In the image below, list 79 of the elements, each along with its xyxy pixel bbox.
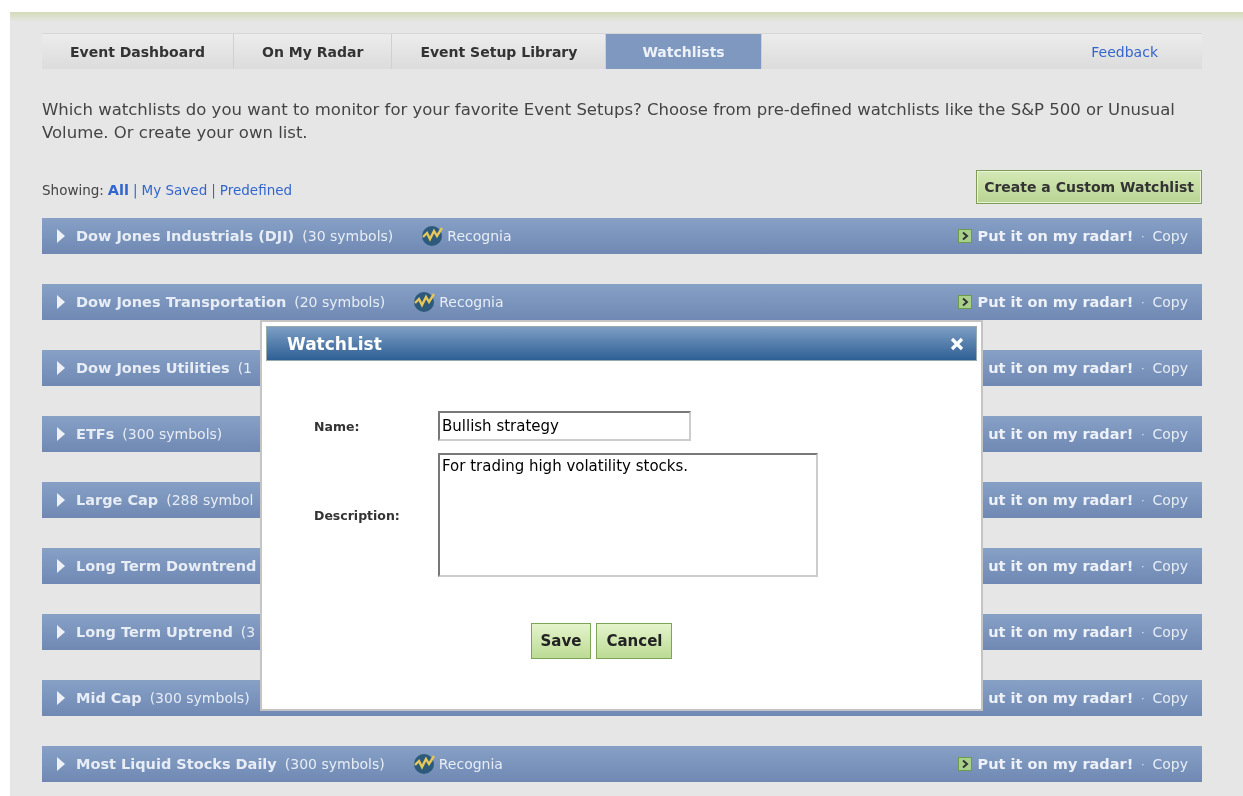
watchlist-row[interactable]: Dow Jones Transportation (20 symbols) Recognia Put it on my radar! · Copy (42, 284, 1202, 320)
watchlist-row[interactable]: Most Liquid Stocks Daily (300 symbols) Recognia Put it on my radar! · Copy (42, 746, 1202, 782)
watchlist-name: Dow Jones Utilities (76, 360, 230, 376)
dialog-title: WatchList (287, 333, 382, 354)
symbol-count: (288 symbol (166, 492, 254, 508)
expand-triangle-icon[interactable] (56, 756, 66, 772)
feedback-link[interactable]: Feedback (1091, 43, 1158, 60)
symbol-count: (30 symbols) (302, 228, 394, 244)
expand-triangle-icon[interactable] (56, 228, 66, 244)
nav-tab[interactable]: Event Dashboard (42, 34, 235, 69)
watchlist-name: ETFs (76, 426, 115, 442)
copy-link[interactable]: Copy (1152, 624, 1188, 640)
source-label: Recognia (439, 294, 504, 310)
expand-triangle-icon[interactable] (56, 690, 66, 706)
copy-link[interactable]: Copy (1152, 492, 1188, 508)
separator-dot: · (1141, 362, 1145, 374)
watchlist-row[interactable]: Dow Jones Industrials (DJI) (30 symbols) Recognia Put it on my radar! · Copy (42, 218, 1202, 254)
separator: | (211, 182, 216, 198)
filter-link[interactable]: All (107, 182, 130, 198)
radar-link[interactable]: ut it on my radar! (988, 426, 1134, 442)
intro-text: Which watchlists do you want to monitor for your favorite Event Setups? Choose from pre-defined watchlists like the S&P 500 or Unusual Volume. Or create your own list. (42, 99, 1176, 144)
copy-link[interactable]: Copy (1152, 690, 1188, 706)
copy-link[interactable]: Copy (1152, 360, 1188, 376)
radar-link[interactable]: ut it on my radar! (988, 558, 1134, 574)
filter-label: Showing: (42, 182, 104, 198)
dialog-button[interactable]: Cancel (596, 623, 673, 659)
expand-triangle-icon[interactable] (56, 360, 66, 376)
separator-dot: · (1141, 296, 1145, 308)
separator-dot: · (1141, 626, 1145, 638)
symbol-count: (300 symbols) (284, 756, 385, 772)
symbol-count: (300 symbols) (122, 426, 223, 442)
radar-link[interactable]: ut it on my radar! (988, 360, 1134, 376)
separator-dot: · (1141, 428, 1145, 440)
create-watchlist-button[interactable]: Create a Custom Watchlist (976, 170, 1202, 204)
source-label: Recognia (447, 228, 512, 244)
watchlist-name: Most Liquid Stocks Daily (76, 756, 277, 772)
watchlist-name: Mid Cap (76, 690, 142, 706)
name-label: Name: (314, 418, 361, 434)
radar-link[interactable]: ut it on my radar! (988, 492, 1134, 508)
description-label: Description: (314, 507, 401, 523)
radar-link[interactable]: Put it on my radar! (977, 294, 1134, 310)
copy-link[interactable]: Copy (1152, 294, 1188, 310)
copy-link[interactable]: Copy (1152, 558, 1188, 574)
symbol-count: (3 (240, 624, 256, 640)
close-icon[interactable] (950, 336, 964, 351)
watchlist-name: Long Term Uptrend (76, 624, 233, 640)
symbol-count: (300 symbols) (149, 690, 250, 706)
copy-link[interactable]: Copy (1152, 756, 1188, 772)
radar-link[interactable]: ut it on my radar! (988, 690, 1134, 706)
radar-link[interactable]: ut it on my radar! (988, 624, 1134, 640)
expand-triangle-icon[interactable] (56, 492, 66, 508)
symbol-count: (1 (237, 360, 252, 376)
watchlist-name: Dow Jones Transportation (76, 294, 287, 310)
separator-dot: · (1141, 692, 1145, 704)
watchlist-name: Large Cap (76, 492, 159, 508)
expand-triangle-icon[interactable] (56, 558, 66, 574)
separator-dot: · (1141, 758, 1145, 770)
expand-triangle-icon[interactable] (56, 294, 66, 310)
name-input[interactable]: Bullish strategy (438, 411, 691, 441)
watchlist-name: Long Term Downtrend (76, 558, 257, 574)
copy-link[interactable]: Copy (1152, 426, 1188, 442)
filter-link[interactable]: Predefined (219, 182, 293, 198)
copy-link[interactable]: Copy (1152, 228, 1188, 244)
separator-dot: · (1141, 560, 1145, 572)
separator-dot: · (1141, 494, 1145, 506)
nav-tab[interactable]: On My Radar (234, 34, 393, 69)
expand-triangle-icon[interactable] (56, 426, 66, 442)
filter-link[interactable]: My Saved (141, 182, 208, 198)
source-label: Recognia (438, 756, 503, 772)
symbol-count: (20 symbols) (294, 294, 386, 310)
watchlist-name: Dow Jones Industrials (DJI) (76, 228, 295, 244)
radar-link[interactable]: Put it on my radar! (977, 756, 1134, 772)
expand-triangle-icon[interactable] (56, 624, 66, 640)
nav-tab[interactable]: Watchlists (606, 34, 762, 69)
separator: | (133, 182, 138, 198)
description-textarea[interactable]: For trading high volatility stocks. (438, 453, 818, 577)
separator-dot: · (1141, 230, 1145, 242)
dialog-button[interactable]: Save (530, 623, 592, 659)
radar-link[interactable]: Put it on my radar! (977, 228, 1134, 244)
